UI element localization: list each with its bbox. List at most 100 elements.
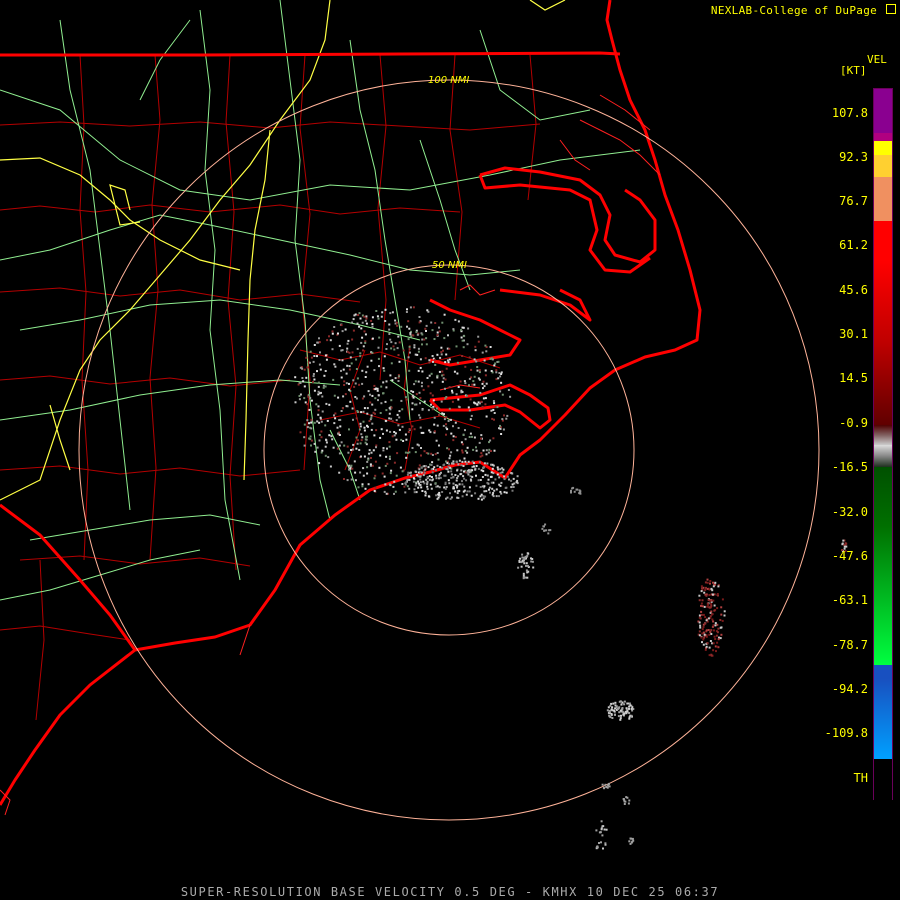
echo-pixel	[310, 427, 313, 430]
echo-pixel	[422, 431, 425, 434]
echo-pixel	[388, 417, 391, 420]
echo-pixel	[413, 383, 416, 386]
echo-pixel	[709, 640, 712, 642]
echo-pixel	[370, 319, 373, 322]
echo-pixel	[445, 367, 448, 370]
echo-pixel	[425, 478, 428, 481]
echo-pixel	[348, 464, 351, 467]
echo-pixel	[445, 486, 448, 488]
echo-pixel	[449, 454, 452, 457]
echo-pixel	[395, 419, 398, 422]
echo-pixel	[342, 368, 345, 371]
echo-pixel	[452, 462, 455, 465]
echo-pixel	[712, 649, 715, 652]
echo-pixel	[399, 466, 402, 469]
echo-pixel	[620, 714, 622, 717]
echo-pixel	[426, 377, 429, 379]
echo-pixel	[598, 831, 601, 834]
echo-pixel	[329, 339, 332, 342]
echo-pixel	[490, 409, 493, 412]
echo-pixel	[331, 348, 334, 351]
scale-tick: 45.6	[839, 283, 868, 297]
echo-pixel	[456, 449, 459, 452]
echo-pixel	[438, 326, 440, 329]
echo-pixel	[380, 315, 383, 318]
echo-pixel	[443, 337, 446, 340]
echo-pixel	[352, 379, 355, 382]
echo-pixel	[408, 451, 411, 454]
echo-pixel	[444, 387, 446, 390]
echo-pixel	[309, 361, 311, 364]
echo-pixel	[507, 389, 510, 391]
echo-pixel	[348, 382, 350, 385]
ring-label-50: 50 NMI	[432, 260, 467, 271]
echo-pixel	[384, 308, 387, 311]
echo-pixel	[370, 414, 373, 417]
echo-pixel	[364, 376, 367, 378]
echo-pixel	[499, 375, 502, 378]
echo-pixel	[714, 624, 717, 627]
echo-pixel	[623, 703, 626, 706]
echo-pixel	[433, 466, 436, 469]
echo-pixel	[530, 557, 532, 560]
echo-pixel	[451, 391, 454, 394]
echo-pixel	[345, 405, 348, 408]
echo-pixel	[619, 718, 622, 721]
echo-pixel	[451, 389, 453, 392]
echo-pixel	[447, 334, 449, 337]
echo-pixel	[310, 421, 313, 424]
echo-pixel	[428, 475, 431, 478]
echo-pixel	[414, 451, 417, 454]
echo-pixel	[480, 493, 483, 496]
echo-pixel	[433, 358, 436, 361]
echo-pixel	[471, 435, 473, 438]
echo-pixel	[462, 465, 465, 467]
echo-pixel	[309, 435, 312, 438]
echo-pixel	[340, 349, 343, 352]
echo-pixel	[427, 495, 430, 498]
echo-pixel	[316, 355, 318, 358]
echo-pixel	[419, 478, 422, 481]
echo-pixel	[465, 493, 468, 496]
echo-pixel	[451, 400, 454, 403]
echo-pixel	[389, 312, 392, 315]
echo-pixel	[478, 371, 481, 374]
echo-pixel	[467, 473, 470, 476]
echo-pixel	[325, 441, 328, 444]
echo-pixel	[493, 449, 496, 452]
echo-pixel	[521, 553, 524, 556]
echo-pixel	[351, 407, 354, 410]
echo-pixel	[495, 369, 498, 372]
echo-pixel	[622, 713, 625, 716]
echo-pixel	[503, 414, 505, 417]
echo-pixel	[411, 408, 414, 411]
echo-pixel	[438, 474, 441, 477]
echo-pixel	[521, 559, 524, 562]
echo-pixel	[324, 370, 327, 372]
echo-pixel	[447, 470, 450, 473]
echo-pixel	[461, 460, 464, 463]
echo-pixel	[468, 384, 470, 387]
echo-pixel	[356, 377, 359, 380]
echo-pixel	[490, 475, 493, 478]
echo-pixel	[712, 620, 715, 623]
echo-pixel	[500, 492, 503, 495]
echo-pixel	[482, 380, 485, 383]
echo-pixel	[424, 357, 427, 360]
echo-pixel	[338, 452, 341, 455]
echo-pixel	[406, 308, 408, 311]
echo-pixel	[712, 629, 715, 632]
echo-pixel	[429, 392, 432, 395]
echo-pixel	[710, 629, 713, 632]
echo-pixel	[490, 471, 493, 474]
echo-pixel	[366, 412, 369, 415]
echo-pixel	[392, 345, 395, 348]
echo-pixel	[378, 365, 380, 368]
echo-pixel	[316, 370, 318, 373]
echo-pixel	[424, 465, 427, 468]
echo-pixel	[385, 455, 388, 458]
echo-pixel	[441, 466, 443, 469]
echo-pixel	[450, 418, 452, 421]
echo-pixel	[388, 333, 391, 335]
echo-pixel	[466, 446, 469, 449]
